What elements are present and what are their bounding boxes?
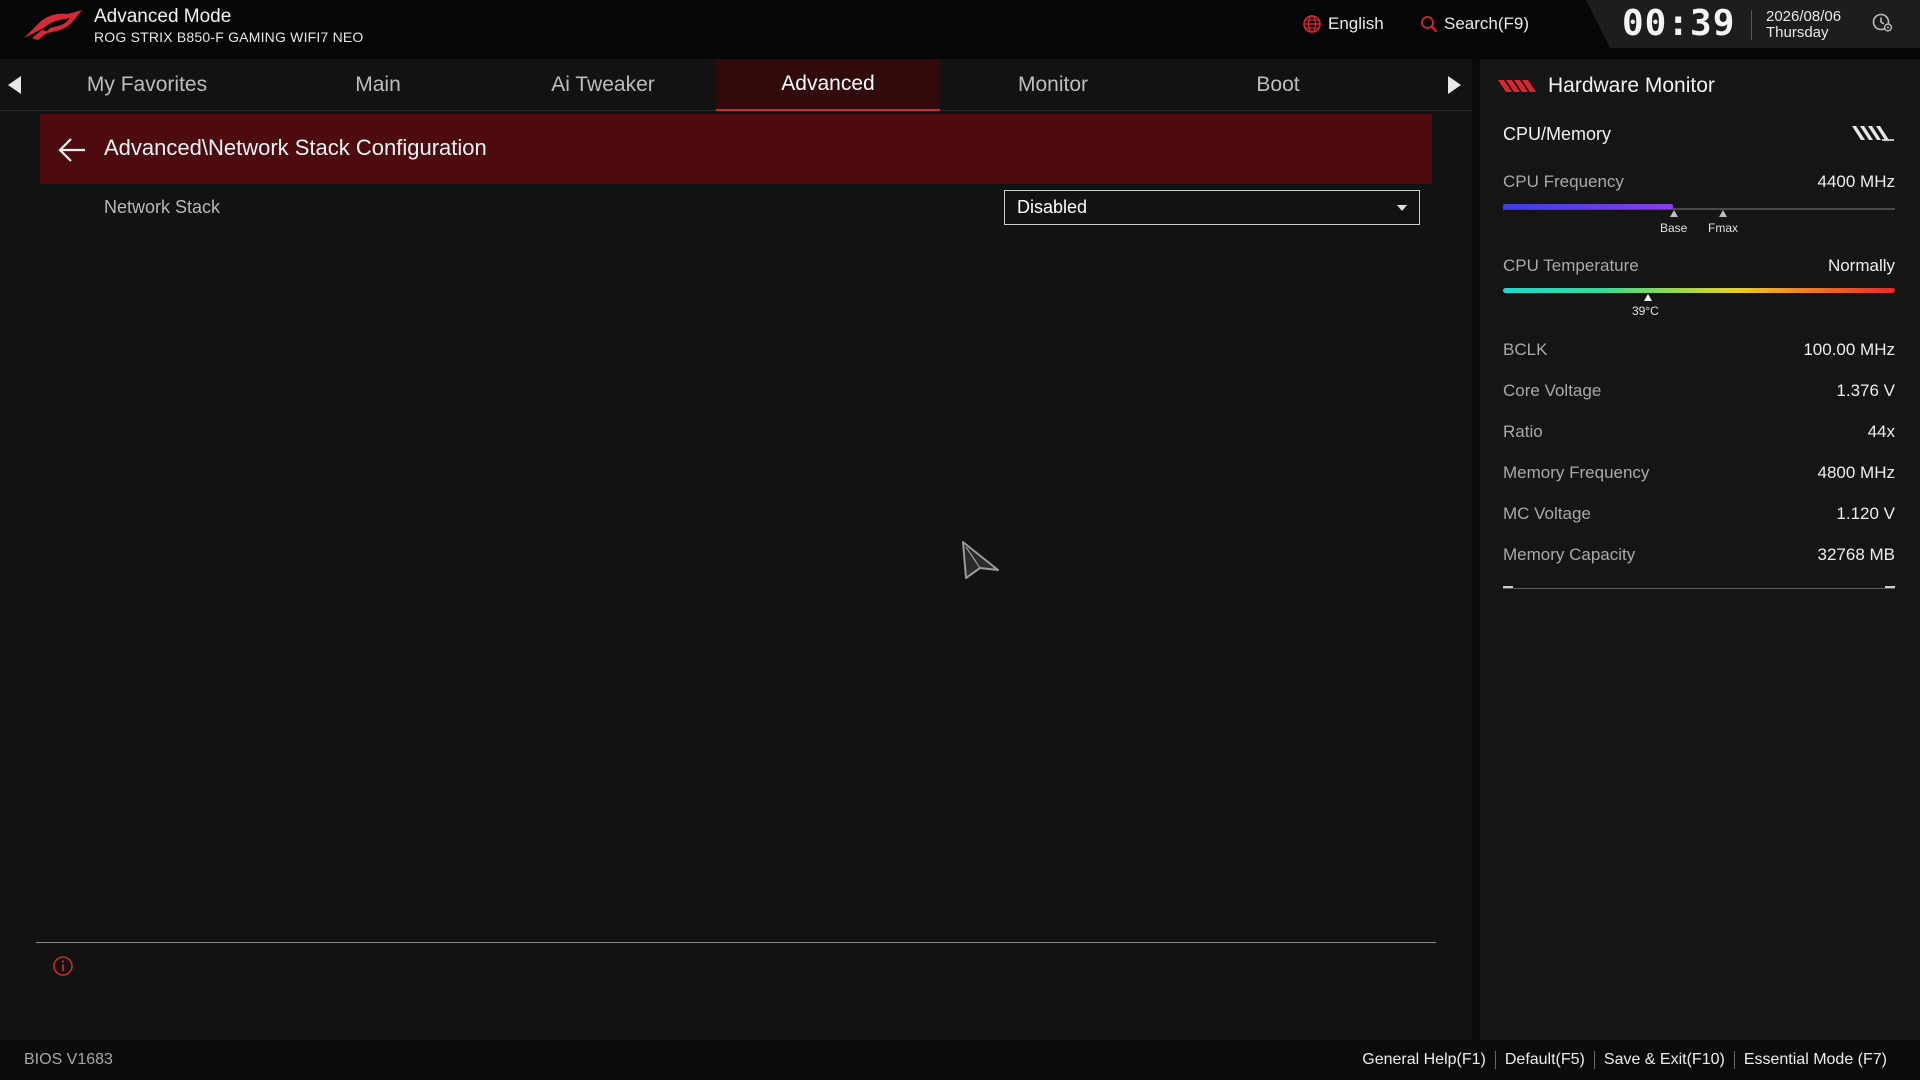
ratio-row: Ratio 44x xyxy=(1503,422,1895,446)
help-divider xyxy=(36,942,1436,943)
essential-mode-button[interactable]: Essential Mode (F7) xyxy=(1733,1051,1896,1069)
weekday: Thursday xyxy=(1766,24,1829,41)
panel-separator xyxy=(1472,59,1480,1040)
mc-voltage-label: MC Voltage xyxy=(1503,504,1591,523)
mc-voltage-row: MC Voltage 1.120 V xyxy=(1503,504,1895,528)
base-label: Base xyxy=(1660,221,1688,235)
date-block: 2026/08/06 Thursday xyxy=(1766,9,1841,41)
breadcrumb: Advanced\Network Stack Configuration xyxy=(104,135,487,160)
mouse-cursor-icon xyxy=(962,541,999,579)
search-button[interactable]: Search(F9) xyxy=(1420,13,1529,35)
footer-shortcuts: General Help(F1) Default(F5) Save & Exit… xyxy=(1353,1051,1896,1069)
tab-scroll-right-icon[interactable] xyxy=(1448,76,1461,94)
clock: 00:39 xyxy=(1622,3,1736,44)
cpu-frequency-value: 4400 MHz xyxy=(1817,172,1895,191)
tab-ai-tweaker[interactable]: Ai Tweaker xyxy=(491,59,715,111)
cpu-temperature-label: CPU Temperature xyxy=(1503,256,1639,275)
cpu-temperature-bar xyxy=(1503,288,1895,293)
core-voltage-row: Core Voltage 1.376 V xyxy=(1503,381,1895,405)
ratio-value: 44x xyxy=(1867,422,1895,441)
temperature-reading: 39°C xyxy=(1632,304,1659,318)
search-icon xyxy=(1421,16,1438,33)
base-marker xyxy=(1670,210,1678,217)
caret-down-icon xyxy=(1397,205,1407,211)
search-label: Search(F9) xyxy=(1444,14,1530,33)
bclk-label: BCLK xyxy=(1503,340,1548,359)
bclk-row: BCLK 100.00 MHz xyxy=(1503,340,1895,364)
save-exit-button[interactable]: Save & Exit(F10) xyxy=(1593,1051,1734,1069)
memory-capacity-label: Memory Capacity xyxy=(1503,545,1636,564)
clock-settings-icon[interactable] xyxy=(1871,11,1893,33)
mc-voltage-value: 1.120 V xyxy=(1836,504,1895,523)
tab-monitor[interactable]: Monitor xyxy=(941,59,1165,111)
cpu-memory-toggle-icon[interactable] xyxy=(1852,124,1894,142)
language-label: English xyxy=(1328,14,1384,33)
core-voltage-value: 1.376 V xyxy=(1836,381,1895,400)
cpu-frequency-bar xyxy=(1503,204,1673,209)
ratio-label: Ratio xyxy=(1503,422,1543,441)
language-selector[interactable]: English xyxy=(1302,13,1384,35)
globe-icon xyxy=(1303,15,1321,33)
hardware-monitor-logo-icon xyxy=(1498,80,1536,92)
clock-panel xyxy=(1586,0,1920,48)
tab-scroll-left-icon[interactable] xyxy=(8,76,21,94)
memory-frequency-row: Memory Frequency 4800 MHz xyxy=(1503,463,1895,487)
memory-frequency-value: 4800 MHz xyxy=(1817,463,1895,482)
general-help-button[interactable]: General Help(F1) xyxy=(1353,1051,1495,1069)
tab-main[interactable]: Main xyxy=(266,59,490,111)
clock-divider xyxy=(1751,10,1752,40)
top-bar: Advanced Mode ROG STRIX B850-F GAMING WI… xyxy=(0,0,1920,59)
tab-my-favorites[interactable]: My Favorites xyxy=(35,59,259,111)
fmax-label: Fmax xyxy=(1708,221,1738,235)
bios-screen: Advanced Mode ROG STRIX B850-F GAMING WI… xyxy=(0,0,1920,1080)
board-name: ROG STRIX B850-F GAMING WIFI7 NEO xyxy=(94,29,364,45)
temperature-marker xyxy=(1644,294,1652,301)
network-stack-dropdown[interactable]: Disabled xyxy=(1004,190,1420,225)
cpu-temperature-status: Normally xyxy=(1827,256,1895,275)
rog-logo-icon xyxy=(24,10,82,40)
network-stack-value: Disabled xyxy=(1017,197,1088,217)
core-voltage-label: Core Voltage xyxy=(1503,381,1602,400)
bios-version: BIOS V1683 xyxy=(24,1051,113,1068)
back-arrow-icon[interactable] xyxy=(57,136,87,164)
breadcrumb-bar: Advanced\Network Stack Configuration xyxy=(40,114,1432,184)
memory-capacity-value: 32768 MB xyxy=(1817,545,1896,564)
cpu-frequency-label: CPU Frequency xyxy=(1503,172,1624,191)
memory-frequency-label: Memory Frequency xyxy=(1503,463,1650,482)
mode-title: Advanced Mode xyxy=(94,6,232,27)
hardware-monitor-title: Hardware Monitor xyxy=(1548,74,1715,97)
tab-boot[interactable]: Boot xyxy=(1166,59,1390,111)
hw-divider-cap-right xyxy=(1885,586,1895,588)
info-icon[interactable] xyxy=(52,955,74,977)
date: 2026/08/06 xyxy=(1766,8,1842,25)
bclk-value: 100.00 MHz xyxy=(1803,340,1895,359)
cpu-memory-section-title: CPU/Memory xyxy=(1503,124,1612,144)
default-button[interactable]: Default(F5) xyxy=(1494,1051,1594,1069)
cpu-frequency-row: CPU Frequency 4400 MHz xyxy=(1503,172,1895,196)
footer: BIOS V1683 General Help(F1) Default(F5) … xyxy=(0,1040,1920,1080)
tab-bar: My Favorites Main Ai Tweaker Advanced Mo… xyxy=(0,59,1472,111)
tab-advanced[interactable]: Advanced xyxy=(716,59,940,111)
network-stack-label: Network Stack xyxy=(104,197,221,217)
hw-divider-cap-left xyxy=(1503,586,1513,588)
hw-monitor-divider xyxy=(1503,588,1895,589)
cpu-temperature-row: CPU Temperature Normally xyxy=(1503,256,1895,280)
memory-capacity-row: Memory Capacity 32768 MB xyxy=(1503,545,1895,569)
fmax-marker xyxy=(1719,210,1727,217)
